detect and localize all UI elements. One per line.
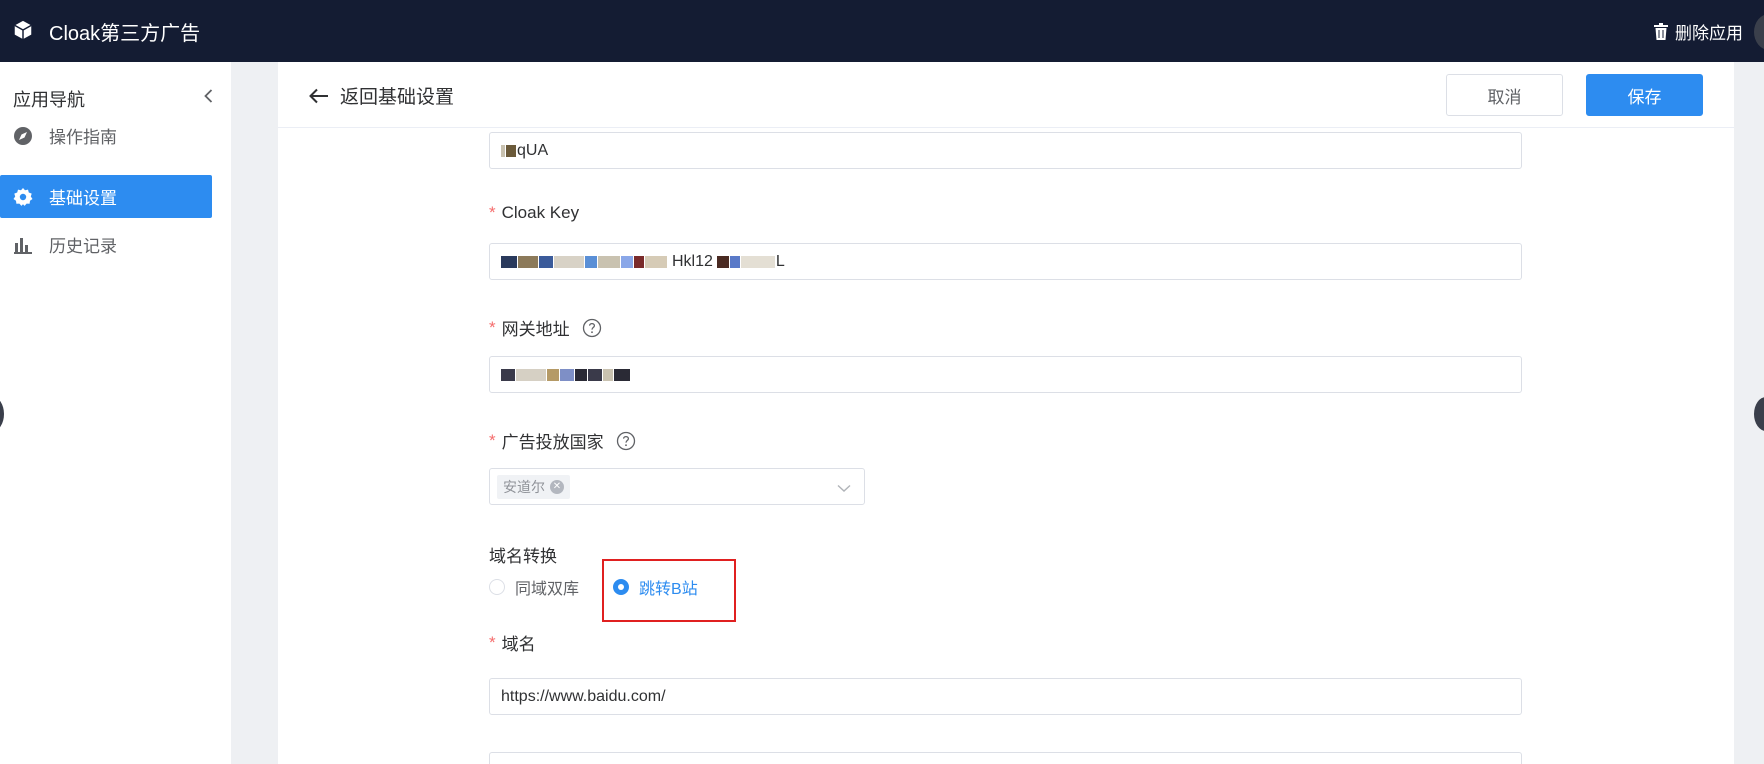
sidebar-item-settings[interactable]: 基础设置 xyxy=(0,175,212,218)
redacted-text xyxy=(516,368,546,381)
question-circle-icon[interactable] xyxy=(616,431,636,451)
redacted-text xyxy=(634,255,644,268)
gateway-label-text: 网关地址 xyxy=(501,320,570,339)
country-label-text: 广告投放国家 xyxy=(501,433,604,452)
cloak-key-fragment: Hkl12 xyxy=(672,252,713,270)
radio-label: 同域双库 xyxy=(515,581,580,598)
required-mark: * xyxy=(489,317,496,337)
redacted-text xyxy=(547,368,559,381)
slide-next-button[interactable] xyxy=(1754,397,1764,431)
cloak-key-label-text: Cloak Key xyxy=(501,203,580,222)
delete-app-label: 删除应用 xyxy=(1675,24,1743,43)
gateway-input[interactable] xyxy=(489,356,1522,393)
redacted-text xyxy=(716,255,729,268)
redacted-text xyxy=(588,368,602,381)
cloak-key-input[interactable]: Hkl12 L xyxy=(489,243,1522,280)
trash-icon xyxy=(1654,22,1668,40)
sidebar: 应用导航 操作指南 基础设置 历史记录 xyxy=(0,62,231,764)
gear-icon xyxy=(13,187,33,206)
required-mark: * xyxy=(489,203,496,222)
redacted-text xyxy=(560,368,574,381)
country-tag: 安道尔 ✕ xyxy=(497,475,570,499)
redacted-text xyxy=(645,255,667,268)
required-mark: * xyxy=(489,632,496,652)
radio-circle xyxy=(489,579,505,595)
redacted-text xyxy=(518,255,538,268)
redacted-text xyxy=(621,255,633,268)
domain-label: * 域名 xyxy=(489,630,536,655)
nav-title: 应用导航 xyxy=(13,90,85,110)
avatar[interactable] xyxy=(1754,14,1764,50)
country-select[interactable]: 安道尔 ✕ xyxy=(489,468,865,505)
redacted-text xyxy=(501,255,517,268)
redacted-text xyxy=(585,255,597,268)
arrow-left-icon xyxy=(309,88,328,103)
back-link[interactable]: 返回基础设置 xyxy=(308,82,454,109)
annotation-highlight-box xyxy=(602,559,736,622)
radio-same-domain[interactable]: 同域双库 xyxy=(489,575,579,599)
cloak-key-label: * Cloak Key xyxy=(489,203,579,223)
country-tag-label: 安道尔 xyxy=(503,479,545,495)
domain-conversion-label: 域名转换 xyxy=(489,547,557,566)
redacted-text xyxy=(614,368,630,381)
sidebar-item-history[interactable]: 历史记录 xyxy=(0,223,212,266)
required-mark: * xyxy=(489,430,496,450)
cancel-button[interactable]: 取消 xyxy=(1446,74,1563,116)
domain-input[interactable]: https://www.baidu.com/ xyxy=(489,678,1522,715)
sidebar-item-label: 历史记录 xyxy=(49,237,117,256)
redacted-text xyxy=(598,255,620,268)
delete-app-button[interactable]: 删除应用 xyxy=(1653,19,1743,44)
chevron-down-icon xyxy=(837,484,851,492)
next-field-input[interactable] xyxy=(489,752,1522,764)
redacted-text xyxy=(539,255,553,268)
redacted-text xyxy=(575,368,587,381)
sidebar-item-label: 基础设置 xyxy=(49,189,117,208)
save-button[interactable]: 保存 xyxy=(1586,74,1703,116)
domain-label-text: 域名 xyxy=(501,635,536,654)
token-value: qUA xyxy=(517,141,549,159)
sidebar-item-guide[interactable]: 操作指南 xyxy=(0,114,212,157)
redacted-text xyxy=(554,255,584,268)
question-circle-icon[interactable] xyxy=(582,318,602,338)
sidebar-item-label: 操作指南 xyxy=(49,128,117,147)
redacted-text xyxy=(740,255,775,268)
close-icon[interactable]: ✕ xyxy=(550,480,564,494)
redacted-text xyxy=(501,144,505,157)
token-field[interactable]: qUA xyxy=(489,132,1522,169)
main-content: 返回基础设置 取消 保存 qUA * Cloak Key Hkl12 L * 网… xyxy=(278,62,1734,764)
gateway-label: * 网关地址 xyxy=(489,315,602,340)
top-bar: Cloak第三方广告 删除应用 xyxy=(0,0,1764,62)
country-label: * 广告投放国家 xyxy=(489,428,636,453)
redacted-text xyxy=(603,368,613,381)
redacted-text xyxy=(729,255,740,268)
back-label: 返回基础设置 xyxy=(340,87,455,108)
compass-icon xyxy=(14,126,32,145)
redacted-text xyxy=(506,144,516,157)
domain-value: https://www.baidu.com/ xyxy=(501,687,666,705)
bar-chart-icon xyxy=(14,237,32,254)
app-title: Cloak第三方广告 xyxy=(49,23,201,45)
redacted-text xyxy=(501,368,515,381)
cloak-key-fragment: L xyxy=(775,252,785,270)
content-header: 返回基础设置 取消 保存 xyxy=(278,62,1734,128)
chevron-left-icon[interactable] xyxy=(199,86,219,106)
cube-icon xyxy=(14,20,32,40)
